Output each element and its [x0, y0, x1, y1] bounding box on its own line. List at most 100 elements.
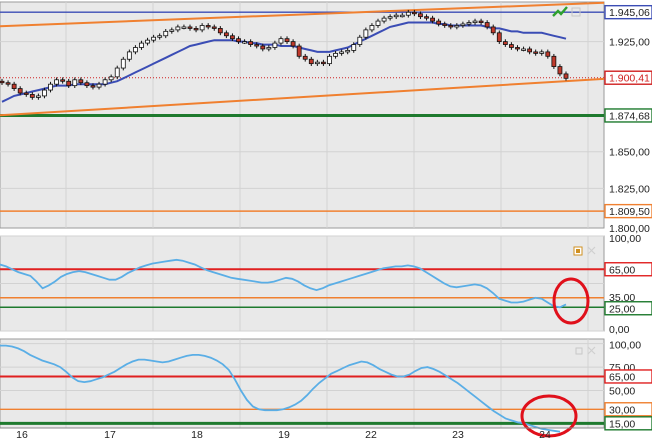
candle-body [78, 79, 84, 84]
candle-body [515, 47, 520, 50]
candle-body [133, 47, 138, 53]
x-axis-tick-label: 23 [452, 429, 464, 441]
candle-body [333, 52, 338, 57]
candle-body [163, 30, 169, 37]
candle-body [84, 82, 90, 87]
candle-body [114, 67, 120, 78]
candle-body [0, 80, 5, 84]
candle-body [199, 25, 205, 31]
candle-body [102, 79, 108, 85]
candle-body [284, 38, 290, 43]
stock-chart: 1.945,06 1.925,00 1.900,41 1.874,68 1.850,00… [0, 0, 652, 441]
candle-body [139, 42, 144, 48]
candle-body [175, 26, 181, 31]
x-axis-tick-label: 18 [191, 429, 203, 441]
candle-body [369, 25, 375, 31]
candle-body [242, 41, 247, 44]
candle-body [223, 32, 229, 37]
candle-body [411, 11, 417, 15]
candle-body [296, 45, 302, 57]
candle-body [96, 83, 102, 88]
candle-body [533, 51, 539, 54]
candle-body [551, 55, 557, 67]
y-axis-tick-label: 0,00 [609, 324, 630, 336]
candle-body [557, 66, 563, 75]
candle-body [266, 47, 272, 50]
candle-body [399, 14, 405, 18]
candle-body [454, 25, 460, 28]
candle-body [460, 23, 466, 26]
candle-body [563, 73, 569, 79]
chart-svg: 1.945,06 1.925,00 1.900,41 1.874,68 1.850,00… [0, 0, 652, 441]
candle-body [29, 94, 35, 98]
candle-body [430, 17, 435, 22]
oscillator-2-panel [0, 338, 605, 429]
y-axis-tick-label: 100,00 [609, 233, 641, 245]
candle-body [509, 44, 514, 48]
y-axis-tick-label: 1.945,06 [609, 7, 650, 19]
candle-body [321, 61, 326, 65]
y-axis-tick-label: 65,00 [609, 371, 635, 383]
candle-body [405, 11, 411, 16]
candle-body [327, 55, 332, 65]
candle-body [23, 92, 29, 95]
candle-body [545, 51, 551, 57]
y-axis-tick-label: 30,00 [609, 404, 635, 416]
candle-body [151, 36, 157, 41]
candle-body [375, 20, 381, 26]
candle-body [502, 41, 508, 45]
candle-body [387, 16, 393, 19]
candle-body [339, 51, 345, 54]
candle-body [290, 41, 296, 47]
candle-body [484, 22, 490, 28]
candle-body [187, 26, 193, 29]
candle-body [363, 29, 369, 38]
candle-body [466, 22, 472, 25]
candle-body [521, 48, 526, 51]
x-axis-tick-label: 19 [278, 429, 290, 441]
candle-body [357, 36, 363, 45]
candle-body [169, 29, 175, 32]
candle-body [66, 80, 72, 87]
x-axis-tick-label: 22 [365, 429, 377, 441]
candle-body [205, 25, 211, 28]
candle-body [393, 14, 399, 18]
candle-body [108, 76, 114, 81]
x-axis-tick-label: 17 [104, 429, 116, 441]
candle-body [478, 20, 484, 23]
candle-body [272, 42, 278, 48]
candle-body [35, 95, 41, 98]
candle-body [42, 89, 47, 97]
candle-body [90, 85, 96, 88]
candle-body [448, 25, 454, 28]
y-axis-tick-label: 25,00 [609, 303, 635, 315]
candle-body [217, 28, 223, 34]
candle-body [418, 13, 423, 18]
candle-body [17, 88, 23, 94]
candle-body [211, 26, 217, 29]
candle-body [424, 16, 429, 19]
y-axis-tick-label: 1.850,00 [609, 147, 650, 159]
x-axis-tick-label: 16 [16, 429, 28, 441]
candle-body [314, 61, 320, 65]
y-axis-tick-label: 15,00 [609, 418, 635, 430]
candle-body [260, 45, 266, 50]
candle-body [11, 83, 17, 89]
panel-window-icon-inner [576, 249, 580, 253]
candle-body [236, 38, 241, 43]
y-axis-tick-label: 1.925,00 [609, 37, 650, 49]
candle-body [381, 17, 387, 22]
y-axis-tick-label: 65,00 [609, 264, 635, 276]
candle-body [308, 58, 314, 65]
candle-body [302, 55, 308, 60]
y-axis-tick-label: 50,00 [609, 386, 635, 398]
candle-body [351, 44, 357, 51]
candle-body [72, 79, 78, 87]
candle-body [60, 79, 66, 82]
y-axis-tick-label: 100,00 [609, 340, 641, 352]
candle-body [527, 48, 533, 53]
candle-body [230, 35, 235, 40]
candle-body [157, 35, 163, 38]
candle-body [126, 51, 132, 60]
candle-body [120, 58, 126, 69]
